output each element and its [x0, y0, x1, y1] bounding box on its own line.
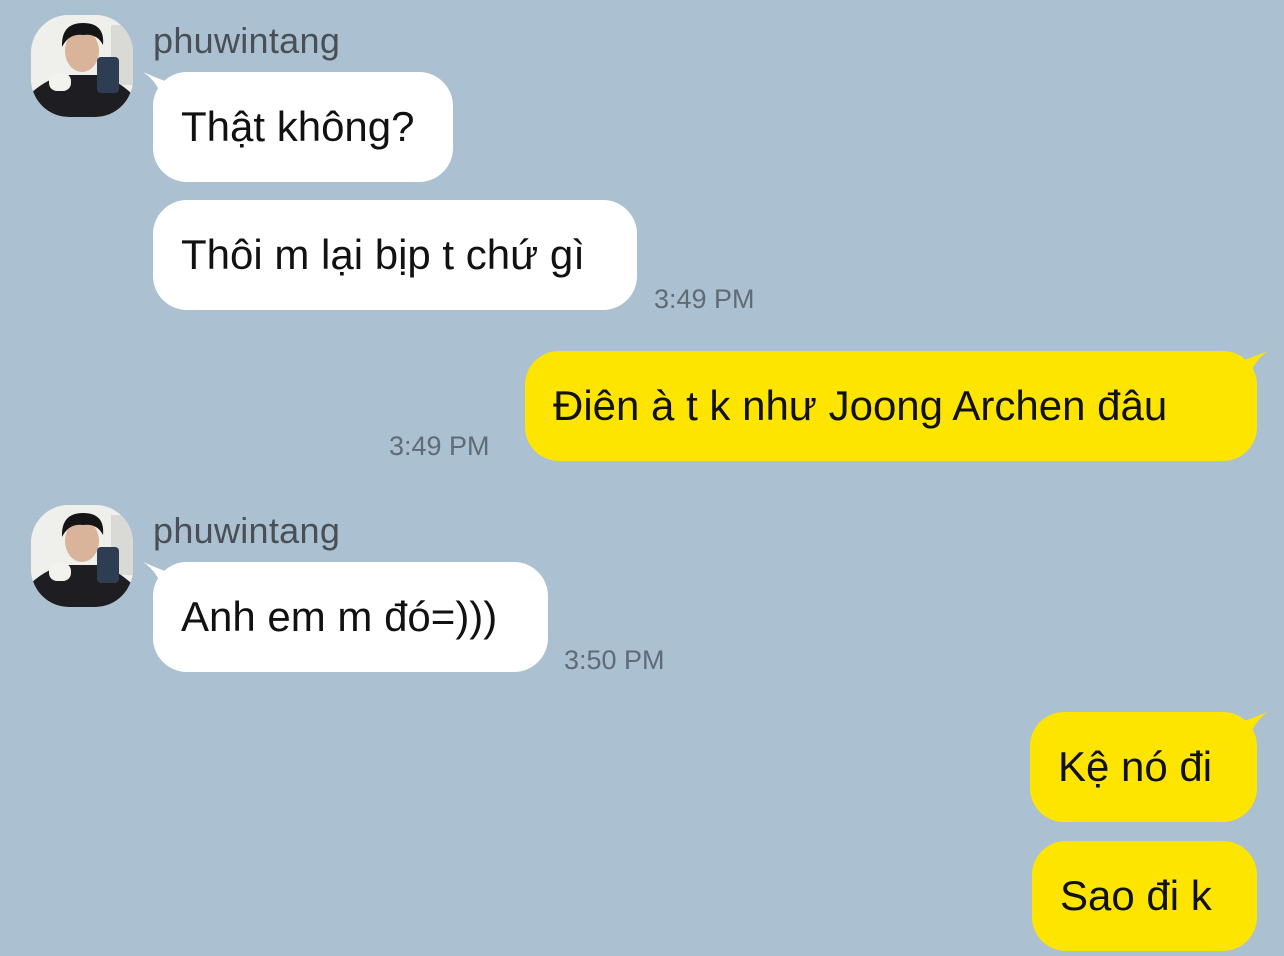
- message-timestamp: 3:49 PM: [389, 431, 490, 461]
- incoming-message-bubble[interactable]: Thôi m lại bịp t chứ gì: [153, 200, 637, 310]
- incoming-message-bubble[interactable]: Anh em m đó=))): [153, 562, 548, 672]
- outgoing-message-bubble[interactable]: Kệ nó đi: [1030, 712, 1257, 822]
- message-timestamp: 3:49 PM: [654, 284, 755, 314]
- profile-photo-icon: [31, 15, 133, 117]
- message-timestamp: 3:50 PM: [564, 645, 665, 675]
- avatar[interactable]: [31, 15, 133, 117]
- incoming-message-bubble[interactable]: Thật không?: [153, 72, 453, 182]
- avatar[interactable]: [31, 505, 133, 607]
- outgoing-message-bubble[interactable]: Sao đi k: [1032, 841, 1257, 951]
- outgoing-message-bubble[interactable]: Điên à t k như Joong Archen đâu: [525, 351, 1257, 461]
- profile-photo-icon: [31, 505, 133, 607]
- sender-name: phuwintang: [153, 510, 341, 551]
- sender-name: phuwintang: [153, 20, 341, 61]
